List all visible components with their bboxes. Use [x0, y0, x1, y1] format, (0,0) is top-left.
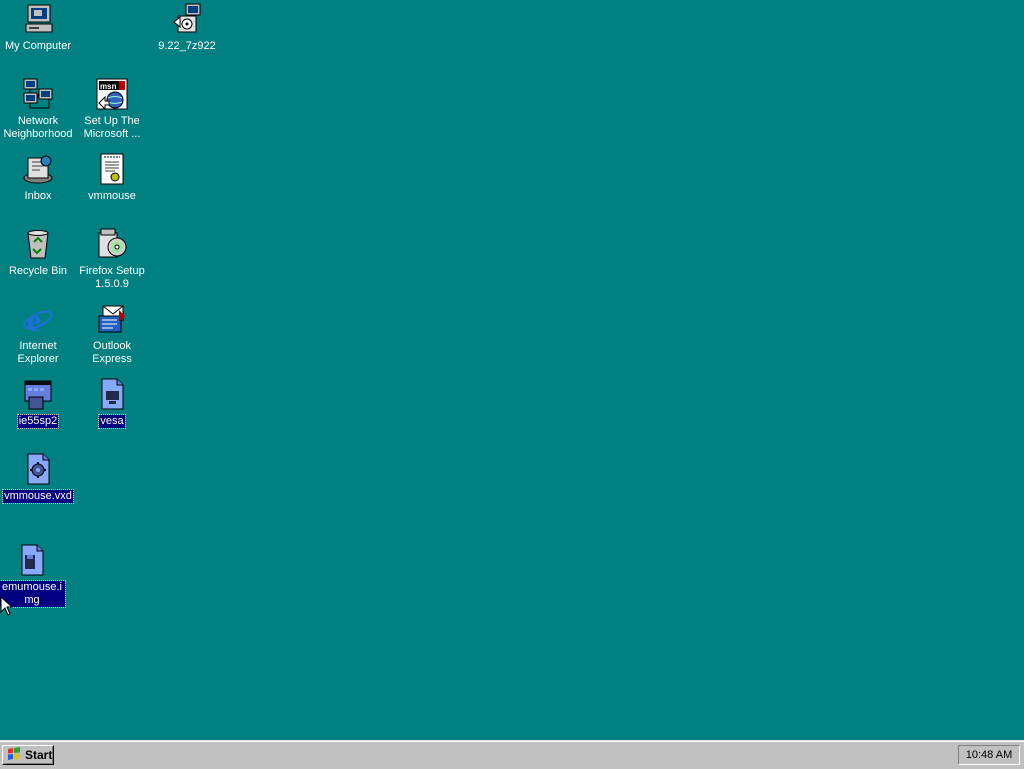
taskbar: Start 10:48 AM: [0, 740, 1024, 769]
installer-icon: [170, 2, 204, 36]
msn-icon: msn: [95, 77, 129, 111]
desktop-icon-my-computer[interactable]: My Computer: [0, 2, 76, 53]
desktop-icon-network-neighborhood[interactable]: Network Neighborhood: [0, 77, 76, 141]
svg-text:msn: msn: [100, 82, 117, 91]
network-icon: [21, 77, 55, 111]
desktop-icon-vmmouse[interactable]: vmmouse: [74, 152, 150, 203]
start-label: Start: [25, 748, 53, 762]
clock[interactable]: 10:48 AM: [966, 749, 1012, 761]
recycle-bin-icon: [21, 227, 55, 261]
icon-label: Set Up The Microsoft ...: [83, 115, 141, 140]
document-icon: [95, 152, 129, 186]
desktop-icon-internet-explorer[interactable]: e Internet Explorer: [0, 302, 76, 366]
icon-label: ie55sp2: [16, 414, 60, 429]
system-file-icon: [21, 452, 55, 486]
desktop-icon-msn-setup[interactable]: msn Set Up The Microsoft ...: [74, 77, 150, 141]
desktop-icon-7z922[interactable]: 9.22_7z922: [149, 2, 225, 53]
desktop-icon-inbox[interactable]: Inbox: [0, 152, 76, 203]
desktop-icon-recycle-bin[interactable]: Recycle Bin: [0, 227, 76, 278]
ie-icon: e: [21, 302, 55, 338]
start-button[interactable]: Start: [2, 745, 54, 765]
desktop-icon-firefox-setup[interactable]: Firefox Setup 1.5.0.9: [74, 227, 150, 291]
program-icon: [21, 377, 55, 411]
icon-label: Inbox: [24, 190, 52, 202]
inbox-icon: [21, 152, 55, 186]
image-file-icon: [15, 543, 49, 577]
icon-label: vmmouse: [88, 190, 136, 202]
outlook-icon: [95, 302, 129, 336]
icon-label: vesa: [98, 414, 126, 429]
icon-label: Outlook Express: [92, 340, 132, 365]
icon-label: Firefox Setup 1.5.0.9: [79, 265, 145, 290]
icon-label: 9.22_7z922: [158, 40, 216, 52]
desktop-icon-ie55sp2[interactable]: ie55sp2: [0, 377, 76, 429]
windows-logo-icon: [6, 746, 22, 764]
icon-label: Internet Explorer: [17, 340, 59, 365]
desktop-icon-outlook-express[interactable]: Outlook Express: [74, 302, 150, 366]
mouse-pointer: [0, 595, 14, 619]
icon-label: Network Neighborhood: [3, 115, 73, 140]
desktop-icon-vesa[interactable]: vesa: [74, 377, 150, 429]
file-icon: [95, 377, 129, 411]
icon-label: My Computer: [4, 40, 72, 52]
icon-label: Recycle Bin: [8, 265, 68, 277]
computer-icon: [21, 2, 55, 36]
desktop-icon-vmmouse-vxd[interactable]: vmmouse.vxd: [0, 452, 76, 504]
system-tray: 10:48 AM: [958, 745, 1020, 765]
setup-icon: [95, 227, 129, 261]
icon-label: vmmouse.vxd: [2, 489, 74, 504]
desktop: My Computer 9.22_7z922 Network Neighborh…: [0, 0, 1024, 740]
